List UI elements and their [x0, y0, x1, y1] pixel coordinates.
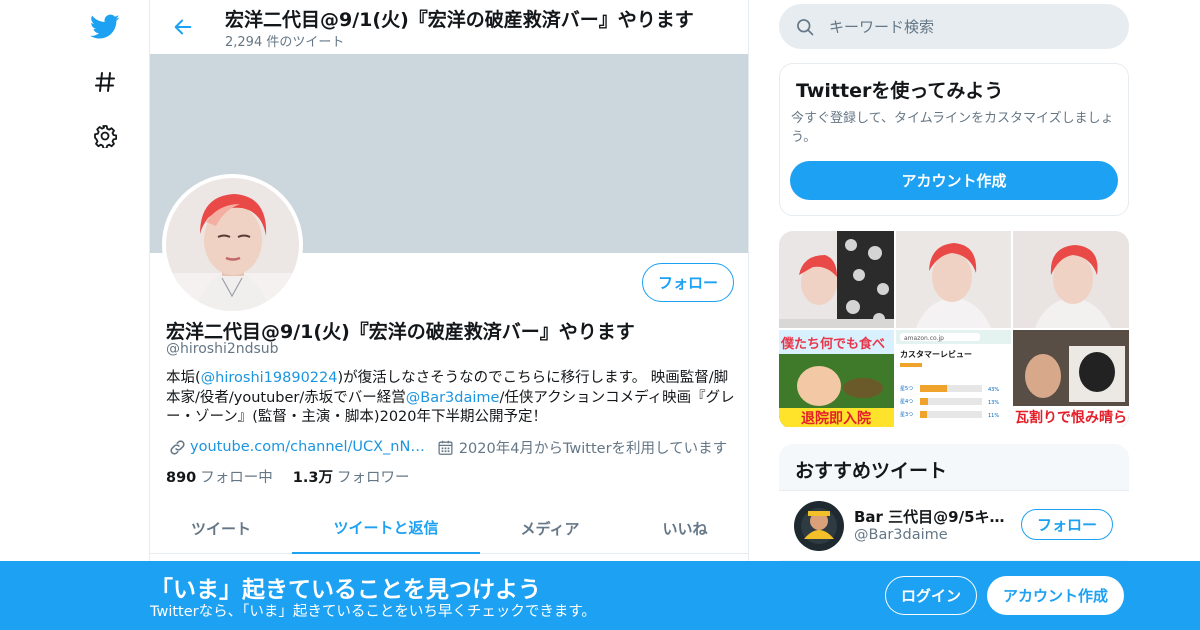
following-count: 890 — [166, 470, 197, 486]
profile-bio: 本垢(@hiroshi19890224)が復活しなさそうなのでこちらに移行します… — [166, 369, 738, 428]
search-input[interactable] — [829, 17, 1089, 36]
followers-count: 1.3万 — [292, 470, 333, 486]
thumbnail-caption: 退院即入院 — [801, 410, 871, 427]
signup-card: Twitterを使ってみよう 今すぐ登録して、タイムラインをカスタマイズしましょ… — [779, 63, 1129, 216]
thumbnail-caption: 瓦割りで恨み晴ら — [1015, 409, 1127, 426]
profile-avatar[interactable] — [162, 174, 303, 315]
follow-button[interactable]: フォロー — [642, 263, 734, 302]
profile-meta: youtube.com/channel/UCX_nN… 2020年4月からTwi… — [166, 436, 736, 458]
signup-card-title: Twitterを使ってみよう — [796, 80, 1004, 102]
header-title: 宏洋二代目@9/1(火)『宏洋の破産救済バー』やります — [225, 9, 694, 31]
search-box[interactable] — [779, 4, 1129, 49]
following-label: フォロー中 — [200, 470, 273, 486]
media-thumbnail[interactable]: 瓦割りで恨み晴ら — [1013, 330, 1129, 427]
hashtag-icon[interactable] — [84, 61, 126, 103]
gear-icon[interactable] — [84, 115, 126, 157]
twitter-logo-icon[interactable] — [84, 6, 126, 48]
media-thumbnail[interactable]: 僕たち何でも食べ 退院即入院 — [779, 330, 894, 427]
back-arrow-icon[interactable] — [166, 10, 200, 44]
following-stat[interactable]: 890 フォロー中 — [166, 466, 273, 487]
followers-label: フォロワー — [336, 470, 410, 486]
signup-button[interactable]: アカウント作成 — [987, 576, 1124, 615]
bottom-title: 「いま」起きていることを見つけよう — [150, 577, 541, 603]
tab-media[interactable]: メディア — [480, 502, 620, 554]
media-thumbnail[interactable]: amazon.co.jp カスタマーレビュー 星5つ 星4つ 星3つ 43% 1… — [896, 330, 1011, 427]
create-account-button[interactable]: アカウント作成 — [790, 161, 1118, 200]
thumbnail-caption: 星3つ — [900, 412, 913, 418]
login-button[interactable]: ログイン — [885, 576, 977, 615]
profile-column: 宏洋二代目@9/1(火)『宏洋の破産救済バー』やります 2,294 件のツイート… — [149, 0, 749, 630]
bottom-subtitle: Twitterなら、「いま」起きていることをいち早くチェックできます。 — [150, 604, 596, 620]
calendar-icon — [435, 436, 457, 458]
page-root: 宏洋二代目@9/1(火)『宏洋の破産救済バー』やります 2,294 件のツイート… — [0, 0, 1200, 630]
followers-stat[interactable]: 1.3万 フォロワー — [293, 466, 410, 487]
search-icon — [795, 17, 815, 37]
left-nav — [0, 0, 150, 630]
mention-link[interactable]: @hiroshi19890224 — [201, 370, 338, 386]
recommended-handle: @Bar3daime — [854, 527, 948, 543]
bottom-signup-bar: 「いま」起きていることを見つけよう Twitterなら、「いま」起きていることを… — [0, 561, 1200, 630]
media-thumbnail[interactable] — [896, 231, 1011, 328]
link-icon — [166, 436, 188, 458]
signup-card-text: 今すぐ登録して、タイムラインをカスタマイズしましょう。 — [791, 111, 1114, 145]
tab-tweets-replies[interactable]: ツイートと返信 — [292, 502, 480, 554]
joined-date: 2020年4月からTwitterを利用しています — [458, 440, 728, 457]
profile-tabs: ツイート ツイートと返信 メディア いいね — [150, 502, 748, 554]
recommended-name: Bar 三代目@9/5キム… — [854, 508, 1014, 526]
recommended-title: おすすめツイート — [795, 460, 948, 482]
thumbnail-caption: 11% — [988, 413, 999, 419]
mention-link[interactable]: @Bar3daime — [406, 390, 500, 406]
thumbnail-caption: 43% — [988, 387, 999, 393]
media-thumbnail[interactable] — [779, 231, 894, 328]
tweet-count: 2,294 件のツイート — [225, 35, 345, 50]
profile-website-link[interactable]: youtube.com/channel/UCX_nN… — [190, 439, 425, 455]
recommended-account[interactable]: Bar 三代目@9/5キム… @Bar3daime フォロー — [779, 490, 1129, 560]
media-grid: 僕たち何でも食べ 退院即入院 amazon.co.jp カスタマーレビュー 星5… — [779, 231, 1129, 429]
media-thumbnail[interactable] — [1013, 231, 1129, 328]
avatar[interactable] — [794, 501, 844, 551]
thumbnail-caption: 星4つ — [900, 399, 913, 405]
thumbnail-caption: 僕たち何でも食べ — [780, 336, 885, 352]
bio-text: 本垢( — [166, 370, 201, 386]
thumbnail-caption: 13% — [988, 400, 999, 406]
profile-header: 宏洋二代目@9/1(火)『宏洋の破産救済バー』やります 2,294 件のツイート — [150, 0, 748, 54]
follow-stats: 890 フォロー中 1.3万 フォロワー — [166, 466, 409, 487]
profile-handle: @hiroshi2ndsub — [166, 341, 279, 357]
thumbnail-caption: カスタマーレビュー — [900, 349, 972, 359]
profile-name: 宏洋二代目@9/1(火)『宏洋の破産救済バー』やります — [166, 321, 635, 343]
thumbnail-caption: 星5つ — [900, 386, 913, 392]
recommended-follow-button[interactable]: フォロー — [1021, 509, 1113, 540]
tab-tweets[interactable]: ツイート — [150, 502, 292, 554]
thumbnail-caption: amazon.co.jp — [904, 335, 944, 342]
tab-likes[interactable]: いいね — [620, 502, 748, 554]
